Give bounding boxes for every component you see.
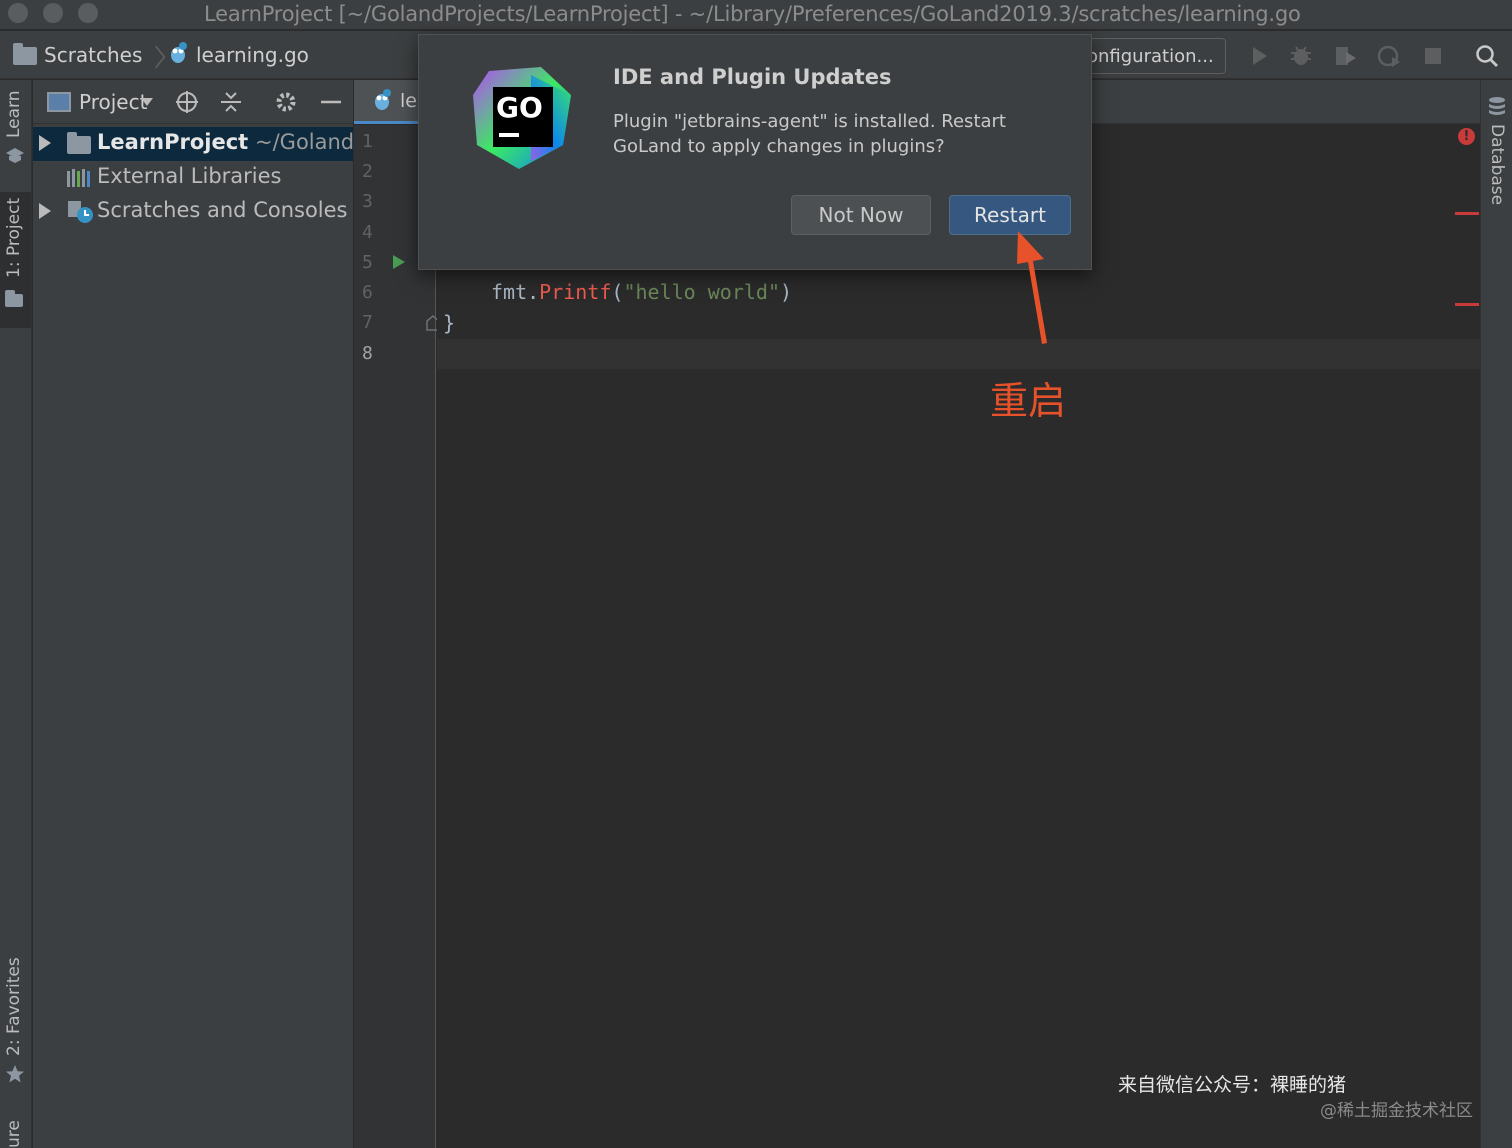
- profile-icon[interactable]: [1376, 43, 1402, 69]
- breadcrumb-file[interactable]: learning.go: [196, 43, 309, 67]
- caret-row-highlight: [437, 339, 1480, 369]
- code-line-7: }: [443, 311, 456, 335]
- error-stripe-marker[interactable]: [1455, 303, 1479, 306]
- structure-tool-tab[interactable]: ure: [4, 1120, 24, 1148]
- right-tool-stripe: Database: [1480, 80, 1512, 1148]
- project-folder-icon: [5, 290, 23, 307]
- tree-item-label: External Libraries: [97, 164, 282, 188]
- annotation-label: 重启: [990, 379, 1067, 423]
- logo-text: GO: [496, 91, 543, 124]
- run-icon[interactable]: [1246, 43, 1272, 69]
- tree-item-path: ~/GolandP: [255, 130, 353, 154]
- project-panel: Project LearnProject ~/GolandP External …: [33, 80, 353, 1148]
- hide-panel-icon[interactable]: [319, 90, 343, 114]
- close-window-button[interactable]: [8, 3, 28, 23]
- database-tool-tab[interactable]: Database: [1487, 124, 1507, 205]
- minimize-window-button[interactable]: [43, 3, 63, 23]
- line-number: 8: [362, 343, 373, 364]
- code-string: "hello world": [623, 280, 781, 304]
- line-number: 6: [362, 282, 373, 303]
- project-view-icon: [47, 92, 71, 112]
- tree-item-label: Scratches and Consoles: [97, 198, 348, 222]
- coverage-icon[interactable]: [1332, 43, 1358, 69]
- chevron-right-icon: [154, 45, 166, 69]
- go-file-icon: [375, 89, 391, 110]
- go-file-icon: [171, 42, 187, 63]
- code-receiver: fmt: [491, 280, 528, 304]
- goland-logo-icon: GO: [473, 67, 571, 169]
- plugin-update-dialog: GO IDE and Plugin Updates Plugin "jetbra…: [418, 34, 1092, 270]
- learn-icon: [6, 148, 24, 163]
- line-number: 2: [362, 161, 373, 182]
- watermark-site: @稀土掘金技术社区: [1320, 1101, 1473, 1121]
- code-dot: .: [527, 280, 540, 304]
- code-open-paren: (: [611, 280, 624, 304]
- run-gutter-icon[interactable]: [392, 254, 406, 270]
- locate-file-icon[interactable]: [175, 90, 199, 114]
- libraries-icon: [67, 169, 90, 187]
- scratches-icon: [68, 201, 93, 223]
- window-title: LearnProject [~/GolandProjects/LearnProj…: [204, 2, 1301, 26]
- line-number: 3: [362, 191, 373, 212]
- project-view-selector[interactable]: Project: [79, 90, 147, 114]
- line-number: 7: [362, 312, 373, 333]
- project-toolbar: Project: [33, 80, 353, 124]
- database-icon: [1489, 97, 1505, 115]
- tree-item-external-libraries[interactable]: External Libraries: [33, 161, 353, 195]
- code-func: Printf: [539, 280, 612, 304]
- stop-icon[interactable]: [1420, 43, 1446, 69]
- not-now-button[interactable]: Not Now: [791, 195, 931, 235]
- code-line-6: fmt.Printf("hello world"): [491, 280, 792, 304]
- tree-item-learnproject[interactable]: LearnProject ~/GolandP: [33, 127, 353, 161]
- folder-icon: [13, 43, 37, 65]
- annotation-arrow: [1017, 231, 1047, 344]
- collapse-all-icon[interactable]: [219, 90, 243, 114]
- run-configuration-label: onfiguration...: [1087, 46, 1214, 67]
- search-icon[interactable]: [1474, 43, 1500, 69]
- gear-icon[interactable]: [274, 90, 298, 114]
- line-number: 5: [362, 252, 373, 273]
- line-number: 4: [362, 222, 373, 243]
- zoom-window-button[interactable]: [78, 3, 98, 23]
- editor-gutter: 1 2 3 4 5 6 7 8: [354, 125, 440, 1148]
- expand-arrow-icon[interactable]: [39, 203, 51, 219]
- line-number: 1: [362, 131, 373, 152]
- chevron-down-icon[interactable]: [141, 98, 153, 106]
- favorites-tool-tab[interactable]: 2: Favorites: [4, 957, 24, 1056]
- title-bar: LearnProject [~/GolandProjects/LearnProj…: [0, 0, 1512, 30]
- error-indicator-icon[interactable]: !: [1458, 128, 1475, 145]
- dialog-message: Plugin "jetbrains-agent" is installed. R…: [613, 111, 1006, 157]
- project-tool-tab[interactable]: 1: Project: [4, 198, 24, 278]
- expand-arrow-icon[interactable]: [39, 135, 51, 151]
- error-stripe-marker[interactable]: [1455, 212, 1479, 215]
- editor-tab-label: le: [400, 90, 417, 112]
- project-folder-icon: [67, 132, 91, 154]
- code-close-paren: ): [780, 280, 793, 304]
- debug-icon[interactable]: [1288, 43, 1314, 69]
- star-icon: [6, 1065, 24, 1083]
- left-tool-stripe: Learn 1: Project 2: Favorites ure: [0, 80, 32, 1148]
- code-editor[interactable]: fmt.Printf("hello world") }: [437, 125, 1480, 1148]
- breadcrumb-scratches[interactable]: Scratches: [44, 43, 142, 67]
- tree-item-label: LearnProject: [97, 130, 249, 154]
- dialog-title: IDE and Plugin Updates: [613, 65, 892, 89]
- learn-tool-tab[interactable]: Learn: [4, 90, 24, 138]
- watermark-source: 来自微信公众号：裸睡的猪: [1118, 1074, 1347, 1096]
- tree-item-scratches[interactable]: Scratches and Consoles: [33, 195, 353, 229]
